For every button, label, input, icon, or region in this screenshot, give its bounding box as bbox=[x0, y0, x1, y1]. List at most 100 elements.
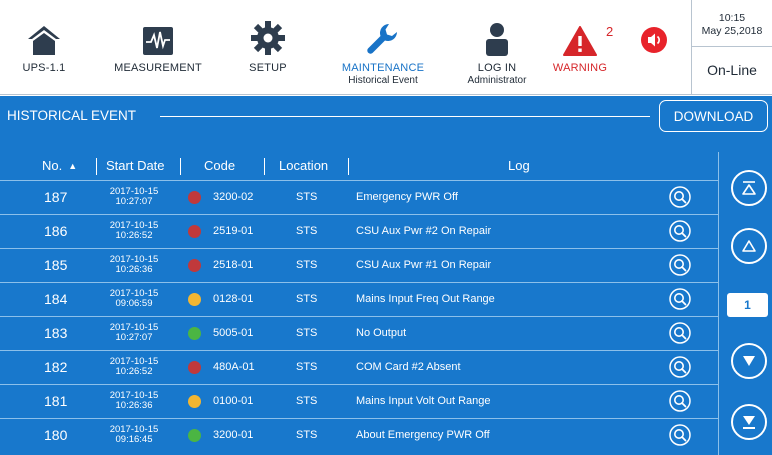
row-code: 3200-02 bbox=[213, 191, 254, 203]
row-number: 183 bbox=[44, 325, 68, 341]
last-page-button[interactable] bbox=[731, 404, 767, 440]
severity-indicator-icon bbox=[188, 225, 201, 238]
row-log: CSU Aux Pwr #2 On Repair bbox=[356, 225, 492, 237]
row-code: 0128-01 bbox=[213, 293, 254, 305]
row-detail-search-icon[interactable] bbox=[669, 220, 691, 242]
row-time: 10:27:07 bbox=[115, 332, 153, 343]
row-detail-search-icon[interactable] bbox=[669, 390, 691, 412]
row-location: STS bbox=[296, 293, 318, 305]
severity-indicator-icon bbox=[188, 361, 201, 374]
row-detail-search-icon[interactable] bbox=[669, 186, 691, 208]
first-page-icon bbox=[742, 181, 756, 195]
row-log: Mains Input Freq Out Range bbox=[356, 293, 495, 305]
row-log: No Output bbox=[356, 327, 407, 339]
table-row[interactable]: 186 2017-10-15 10:26:52 2519-01 STS CSU Aux P… bbox=[0, 214, 718, 246]
row-code: 480A-01 bbox=[213, 361, 255, 373]
row-log: COM Card #2 Absent bbox=[356, 361, 461, 373]
row-detail-search-icon[interactable] bbox=[669, 288, 691, 310]
row-time: 10:26:52 bbox=[115, 230, 153, 241]
row-code: 3200-01 bbox=[213, 429, 254, 441]
row-number: 186 bbox=[44, 223, 68, 239]
row-detail-search-icon[interactable] bbox=[669, 424, 691, 446]
speaker-icon bbox=[640, 26, 668, 54]
row-number: 184 bbox=[44, 291, 68, 307]
column-header-code[interactable]: Code bbox=[204, 154, 235, 178]
waveform-icon bbox=[142, 12, 174, 56]
gear-icon bbox=[250, 12, 286, 56]
nav-item-login[interactable]: LOG IN Administrator bbox=[462, 0, 532, 95]
status-time: 10:15 bbox=[718, 12, 746, 24]
row-time: 10:26:52 bbox=[115, 366, 153, 377]
nav-item-setup[interactable]: SETUP bbox=[244, 0, 292, 95]
last-page-icon bbox=[743, 416, 755, 429]
nav-item-maintenance[interactable]: MAINTENANCE Historical Event bbox=[338, 0, 428, 95]
nav-label-login: LOG IN bbox=[477, 62, 517, 74]
previous-page-button[interactable] bbox=[731, 228, 767, 264]
nav-label-ups: UPS-1.1 bbox=[22, 62, 66, 74]
status-mode: On-Line bbox=[707, 62, 757, 78]
row-location: STS bbox=[296, 225, 318, 237]
table-row[interactable]: 187 2017-10-15 10:27:07 3200-02 STS Emergency… bbox=[0, 180, 718, 212]
title-rule bbox=[160, 116, 650, 117]
table-row[interactable]: 181 2017-10-15 10:26:36 0100-01 STS Mains Inp… bbox=[0, 384, 718, 416]
status-divider bbox=[692, 46, 772, 47]
next-page-button[interactable] bbox=[731, 343, 767, 379]
nav-item-warning[interactable]: 2 WARNING bbox=[548, 0, 614, 95]
download-button[interactable]: DOWNLOAD bbox=[659, 100, 768, 132]
header-separator bbox=[180, 158, 181, 175]
column-header-start-date[interactable]: Start Date bbox=[106, 154, 165, 178]
severity-indicator-icon bbox=[188, 259, 201, 272]
home-icon bbox=[27, 12, 61, 56]
panel-title: HISTORICAL EVENT bbox=[7, 108, 137, 123]
header-separator bbox=[96, 158, 97, 175]
nav-label-maintenance: MAINTENANCE bbox=[341, 62, 425, 74]
severity-indicator-icon bbox=[188, 293, 201, 306]
row-detail-search-icon[interactable] bbox=[669, 254, 691, 276]
row-start-date: 2017-10-15 10:27:07 bbox=[100, 317, 168, 349]
row-number: 182 bbox=[44, 359, 68, 375]
nav-item-ups[interactable]: UPS-1.1 bbox=[16, 0, 72, 95]
table-row[interactable]: 182 2017-10-15 10:26:52 480A-01 STS COM Card … bbox=[0, 350, 718, 382]
row-location: STS bbox=[296, 429, 318, 441]
row-start-date: 2017-10-15 10:26:52 bbox=[100, 215, 168, 247]
row-start-date: 2017-10-15 10:26:52 bbox=[100, 351, 168, 383]
table-row[interactable]: 183 2017-10-15 10:27:07 5005-01 STS No Output bbox=[0, 316, 718, 348]
column-header-no-label: No. bbox=[42, 158, 63, 173]
row-time: 09:16:45 bbox=[115, 434, 153, 445]
sort-ascending-icon: ▲ bbox=[68, 161, 78, 171]
table-row[interactable]: 180 2017-10-15 09:16:45 3200-01 STS About Eme… bbox=[0, 418, 718, 450]
first-page-button[interactable] bbox=[731, 170, 767, 206]
nav-item-alarm-sound[interactable] bbox=[636, 0, 672, 95]
row-detail-search-icon[interactable] bbox=[669, 322, 691, 344]
row-log: Mains Input Volt Out Range bbox=[356, 395, 491, 407]
table-row[interactable]: 185 2017-10-15 10:26:36 2518-01 STS CSU Aux P… bbox=[0, 248, 718, 280]
column-header-no[interactable]: No. ▲ bbox=[42, 154, 77, 178]
historical-event-panel: HISTORICAL EVENT DOWNLOAD No. ▲ Start Dat… bbox=[0, 96, 772, 455]
row-time: 10:27:07 bbox=[115, 196, 153, 207]
nav-label-setup: SETUP bbox=[249, 62, 287, 74]
status-date: May 25,2018 bbox=[701, 25, 763, 37]
severity-indicator-icon bbox=[188, 429, 201, 442]
column-header-log[interactable]: Log bbox=[508, 154, 530, 178]
next-page-icon bbox=[743, 356, 755, 366]
row-detail-search-icon[interactable] bbox=[669, 356, 691, 378]
table-row[interactable]: 184 2017-10-15 09:06:59 0128-01 STS Mains Inp… bbox=[0, 282, 718, 314]
warning-count-badge: 2 bbox=[606, 24, 614, 39]
row-location: STS bbox=[296, 395, 318, 407]
row-number: 185 bbox=[44, 257, 68, 273]
row-code: 0100-01 bbox=[213, 395, 254, 407]
row-number: 181 bbox=[44, 393, 68, 409]
row-location: STS bbox=[296, 259, 318, 271]
status-datetime: 10:15 May 25,2018 bbox=[692, 12, 772, 38]
nav-item-measurement[interactable]: MEASUREMENT bbox=[108, 0, 208, 95]
row-time: 10:26:36 bbox=[115, 400, 153, 411]
previous-page-icon bbox=[742, 240, 756, 252]
nav-sub-login: Administrator bbox=[467, 75, 527, 86]
column-header-location[interactable]: Location bbox=[279, 154, 328, 178]
severity-indicator-icon bbox=[188, 395, 201, 408]
row-start-date: 2017-10-15 09:06:59 bbox=[100, 283, 168, 315]
row-time: 10:26:36 bbox=[115, 264, 153, 275]
nav-sub-maintenance: Historical Event bbox=[348, 75, 418, 86]
row-code: 2519-01 bbox=[213, 225, 254, 237]
header-separator bbox=[264, 158, 265, 175]
